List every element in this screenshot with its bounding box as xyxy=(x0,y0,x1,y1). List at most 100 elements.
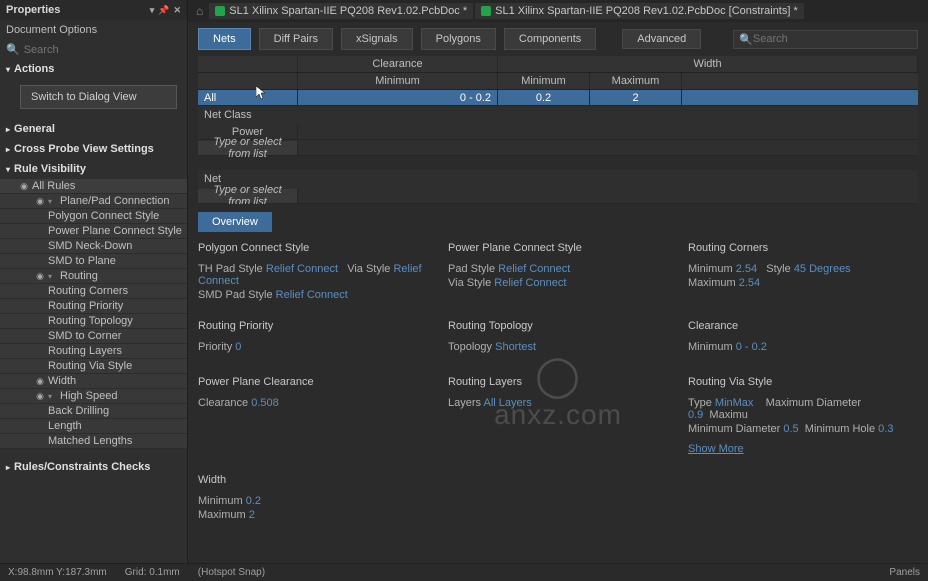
net-label: Net xyxy=(198,170,918,188)
ov-power-plane-title: Power Plane Connect Style xyxy=(448,238,678,258)
ov-clearance-title: Clearance xyxy=(688,316,918,336)
ov-priority-val[interactable]: 0 xyxy=(235,341,241,353)
tree-all-rules[interactable]: ◉ All Rules xyxy=(0,179,187,194)
panels-button[interactable]: Panels xyxy=(889,567,920,578)
section-general[interactable]: ▸ General xyxy=(0,119,187,139)
pcb-icon xyxy=(481,6,491,16)
section-rules-checks[interactable]: ▸ Rules/Constraints Checks xyxy=(0,457,187,477)
row-power[interactable]: Power xyxy=(198,124,918,140)
ov-poly-connect-title: Polygon Connect Style xyxy=(198,238,438,258)
chip-diff-pairs[interactable]: Diff Pairs xyxy=(259,28,333,50)
grid-header-sub: Minimum Minimum Maximum xyxy=(198,73,918,90)
net-input-row[interactable]: Type or select from list xyxy=(198,188,918,204)
search-icon: 🔍 xyxy=(739,33,753,46)
switch-dialog-button[interactable]: Switch to Dialog View xyxy=(20,85,177,109)
tree-routing[interactable]: ◉ ▾ Routing xyxy=(0,269,187,284)
doc-tab-pcb[interactable]: SL1 Xilinx Spartan-IIE PQ208 Rev1.02.Pcb… xyxy=(209,3,473,19)
section-cross-probe[interactable]: ▸ Cross Probe View Settings xyxy=(0,139,187,159)
ov-smd-pad-val[interactable]: Relief Connect xyxy=(276,289,348,301)
net-class-input[interactable]: Type or select from list xyxy=(198,141,298,155)
tree-routing-topology[interactable]: Routing Topology xyxy=(0,314,187,329)
caret-right-icon: ▸ xyxy=(6,145,10,154)
status-bar: X:98.8mm Y:187.3mm Grid: 0.1mm (Hotspot … xyxy=(0,563,928,581)
tree-length[interactable]: Length xyxy=(0,419,187,434)
tree-width[interactable]: ◉ Width xyxy=(0,374,187,389)
toolbar-search[interactable]: 🔍 xyxy=(733,30,918,49)
eye-icon: ◉ xyxy=(34,376,46,387)
pcb-icon xyxy=(215,6,225,16)
caret-down-icon: ▾ xyxy=(48,272,58,281)
ov-rv-minh[interactable]: 0.3 xyxy=(878,423,893,435)
chip-nets[interactable]: Nets xyxy=(198,28,251,50)
chip-polygons[interactable]: Polygons xyxy=(421,28,496,50)
caret-right-icon: ▸ xyxy=(6,463,10,472)
tree-routing-priority[interactable]: Routing Priority xyxy=(0,299,187,314)
ov-rc-max[interactable]: 2.54 xyxy=(739,277,760,289)
overview-tab[interactable]: Overview xyxy=(198,212,272,232)
caret-down-icon: ▾ xyxy=(6,65,10,74)
caret-down-icon: ▾ xyxy=(48,197,58,206)
tree-matched-lengths[interactable]: Matched Lengths xyxy=(0,434,187,449)
section-rule-visibility[interactable]: ▾ Rule Visibility xyxy=(0,159,187,179)
tree-power-plane-connect[interactable]: Power Plane Connect Style xyxy=(0,224,187,239)
ov-layers-val[interactable]: All Layers xyxy=(483,397,531,409)
ov-routing-topology-title: Routing Topology xyxy=(448,316,678,336)
tree-smd-corner[interactable]: SMD to Corner xyxy=(0,329,187,344)
tree-back-drilling[interactable]: Back Drilling xyxy=(0,404,187,419)
home-icon[interactable]: ⌂ xyxy=(192,4,207,18)
chip-xsignals[interactable]: xSignals xyxy=(341,28,413,50)
pin-icon[interactable]: ▾ xyxy=(150,5,155,16)
status-grid: Grid: 0.1mm xyxy=(125,567,180,578)
properties-header: Properties ▾ 📌 ✕ xyxy=(0,0,187,20)
tree-routing-layers[interactable]: Routing Layers xyxy=(0,344,187,359)
net-input[interactable]: Type or select from list xyxy=(198,189,298,203)
ov-ppclear-val[interactable]: 0.508 xyxy=(251,397,279,409)
toolbar-search-input[interactable] xyxy=(753,33,912,45)
ov-pp-via-val[interactable]: Relief Connect xyxy=(494,277,566,289)
document-tabs: ⌂ SL1 Xilinx Spartan-IIE PQ208 Rev1.02.P… xyxy=(188,0,928,22)
ov-rv-maxd[interactable]: 0.9 xyxy=(688,409,703,421)
grid-row-all[interactable]: All 0 - 0.2 0.2 2 xyxy=(198,90,918,106)
close-icon[interactable]: ✕ xyxy=(173,5,181,16)
ov-topology-val[interactable]: Shortest xyxy=(495,341,536,353)
advanced-button[interactable]: Advanced xyxy=(622,29,701,49)
doc-tab-constraints[interactable]: SL1 Xilinx Spartan-IIE PQ208 Rev1.02.Pcb… xyxy=(475,3,804,19)
tree-smd-neck[interactable]: SMD Neck-Down xyxy=(0,239,187,254)
properties-search-input[interactable] xyxy=(24,44,181,56)
section-actions[interactable]: ▾ Actions xyxy=(0,59,187,79)
ov-clear-min[interactable]: 0 - 0.2 xyxy=(736,341,767,353)
net-class-input-row[interactable]: Type or select from list xyxy=(198,140,918,156)
chip-components[interactable]: Components xyxy=(504,28,596,50)
eye-icon: ◉ xyxy=(18,181,30,192)
ov-pp-pad-val[interactable]: Relief Connect xyxy=(498,263,570,275)
tree-smd-plane[interactable]: SMD to Plane xyxy=(0,254,187,269)
search-icon: 🔍 xyxy=(6,43,20,56)
ov-rv-type[interactable]: MinMax xyxy=(715,397,754,409)
tree-routing-corners[interactable]: Routing Corners xyxy=(0,284,187,299)
show-more-link[interactable]: Show More xyxy=(688,443,744,455)
eye-icon: ◉ xyxy=(34,391,46,402)
ov-width-max[interactable]: 2 xyxy=(249,509,255,521)
tree-plane-pad[interactable]: ◉ ▾ Plane/Pad Connection xyxy=(0,194,187,209)
tree-high-speed[interactable]: ◉ ▾ High Speed xyxy=(0,389,187,404)
grid-header-top: Clearance Width xyxy=(198,56,918,73)
ov-routing-via-title: Routing Via Style xyxy=(688,372,918,392)
ov-routing-priority-title: Routing Priority xyxy=(198,316,438,336)
tree-routing-via[interactable]: Routing Via Style xyxy=(0,359,187,374)
ov-rc-style[interactable]: 45 Degrees xyxy=(794,263,851,275)
ov-rv-mind[interactable]: 0.5 xyxy=(783,423,798,435)
unpin-icon[interactable]: 📌 xyxy=(158,5,169,16)
ov-width-title: Width xyxy=(198,470,438,490)
properties-search[interactable]: 🔍 xyxy=(0,40,187,59)
document-options-label: Document Options xyxy=(0,20,187,40)
ov-rc-min[interactable]: 2.54 xyxy=(736,263,757,275)
ov-routing-corners-title: Routing Corners xyxy=(688,238,918,258)
tree-poly-connect[interactable]: Polygon Connect Style xyxy=(0,209,187,224)
ov-pp-clear-title: Power Plane Clearance xyxy=(198,372,438,392)
main-panel: ⌂ SL1 Xilinx Spartan-IIE PQ208 Rev1.02.P… xyxy=(188,0,928,563)
ov-th-pad-val[interactable]: Relief Connect xyxy=(266,263,338,275)
properties-title: Properties xyxy=(6,4,60,16)
ov-width-min[interactable]: 0.2 xyxy=(246,495,261,507)
net-class-label: Net Class xyxy=(198,106,918,124)
eye-icon: ◉ xyxy=(34,196,46,207)
